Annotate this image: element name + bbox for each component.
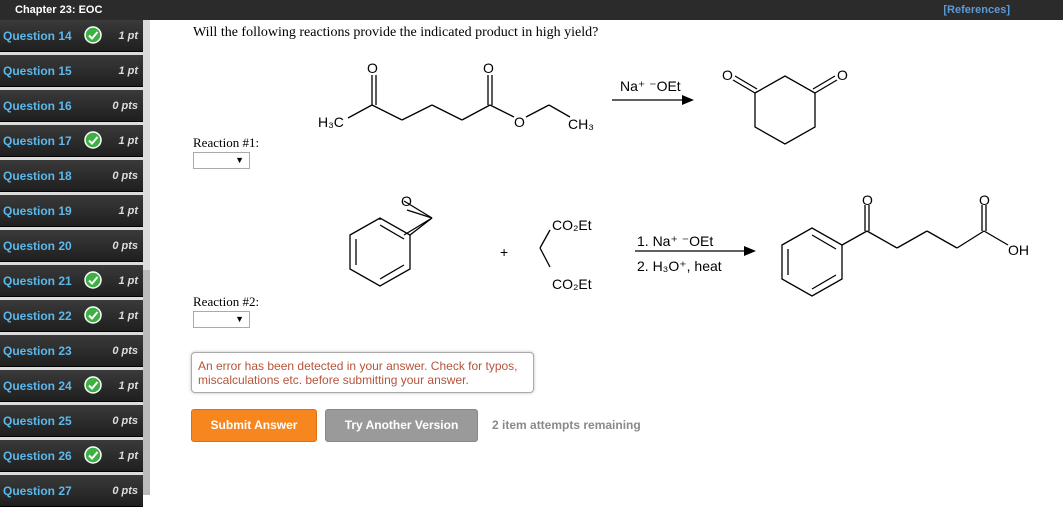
question-sidebar: Question 14 1 pt Question 15 1 pt Question 1… <box>0 20 150 507</box>
checkmark-icon <box>84 376 102 394</box>
question-label: Question 21 <box>3 274 72 288</box>
top-bar: Chapter 23: EOC [References] <box>0 0 1063 20</box>
question-points: 0 pts <box>112 170 138 182</box>
oxygen-label: O <box>483 60 494 76</box>
question-points: 0 pts <box>112 345 138 357</box>
reaction1-reagent: Na⁺ ⁻OEt <box>620 78 681 94</box>
error-message-box: An error has been detected in your answe… <box>191 352 534 393</box>
question-label: Question 24 <box>3 379 72 393</box>
references-link[interactable]: [References] <box>943 4 1010 16</box>
ch3-label: CH₃ <box>568 116 594 132</box>
question-points: 1 pt <box>118 380 138 392</box>
question-points: 0 pts <box>112 485 138 497</box>
question-points: 1 pt <box>118 30 138 42</box>
question-label: Question 19 <box>3 204 72 218</box>
co2et-label: CO₂Et <box>552 276 592 292</box>
question-label: Question 15 <box>3 64 72 78</box>
question-points: 1 pt <box>118 450 138 462</box>
reaction2-reactant-structure <box>349 200 433 287</box>
question-points: 1 pt <box>118 310 138 322</box>
sidebar-item-question[interactable]: Question 27 0 pts <box>0 475 143 507</box>
submit-answer-button[interactable]: Submit Answer <box>191 409 317 442</box>
reaction2-malonate-structure <box>539 229 551 268</box>
reaction2-select[interactable]: ▼ <box>193 311 250 328</box>
question-label: Question 18 <box>3 169 72 183</box>
checkmark-icon <box>84 306 102 324</box>
co2et-label: CO₂Et <box>552 217 592 233</box>
oxygen-label: O <box>722 67 733 83</box>
chapter-title: Chapter 23: EOC <box>15 4 103 16</box>
question-label: Question 26 <box>3 449 72 463</box>
sidebar-item-question[interactable]: Question 17 1 pt <box>0 125 143 157</box>
reaction1-product-structure <box>732 75 838 145</box>
sidebar-item-question[interactable]: Question 22 1 pt <box>0 300 143 332</box>
oh-label: OH <box>1008 242 1029 258</box>
checkmark-icon <box>84 131 102 149</box>
oxygen-label: O <box>514 114 525 130</box>
sidebar-item-question[interactable]: Question 24 1 pt <box>0 370 143 402</box>
sidebar-item-question[interactable]: Question 25 0 pts <box>0 405 143 437</box>
oxygen-label: O <box>367 60 378 76</box>
question-label: Question 27 <box>3 484 72 498</box>
question-label: Question 25 <box>3 414 72 428</box>
question-label: Question 23 <box>3 344 72 358</box>
checkmark-icon <box>84 446 102 464</box>
reaction2-label: Reaction #2: <box>193 294 260 309</box>
reaction1-select[interactable]: ▼ <box>193 152 250 169</box>
checkmark-icon <box>84 26 102 44</box>
question-label: Question 22 <box>3 309 72 323</box>
sidebar-item-question[interactable]: Question 20 0 pts <box>0 230 143 262</box>
arrowhead-icon <box>744 246 756 256</box>
arrowhead-icon <box>682 95 694 105</box>
question-points: 0 pts <box>112 415 138 427</box>
question-label: Question 14 <box>3 29 72 43</box>
oxygen-label: O <box>862 192 873 208</box>
question-label: Question 20 <box>3 239 72 253</box>
reaction2-product-structure <box>781 205 1009 297</box>
reaction2-reagent-line2: 2. H₃O⁺, heat <box>637 258 722 274</box>
question-points: 1 pt <box>118 275 138 287</box>
question-label: Question 16 <box>3 99 72 113</box>
oxygen-label: O <box>401 193 412 209</box>
attempts-remaining: 2 item attempts remaining <box>492 418 641 432</box>
h3c-label: H₃C <box>318 114 344 130</box>
question-label: Question 17 <box>3 134 72 148</box>
chevron-down-icon: ▼ <box>235 155 244 165</box>
reaction1-label: Reaction #1: <box>193 135 260 150</box>
sidebar-scrollbar[interactable] <box>143 270 150 495</box>
question-points: 0 pts <box>112 100 138 112</box>
sidebar-item-question[interactable]: Question 19 1 pt <box>0 195 143 227</box>
sidebar-item-question[interactable]: Question 26 1 pt <box>0 440 143 472</box>
plus-sign: + <box>500 244 508 260</box>
question-list: Question 14 1 pt Question 15 1 pt Question 1… <box>0 20 143 510</box>
question-points: 0 pts <box>112 240 138 252</box>
sidebar-item-question[interactable]: Question 14 1 pt <box>0 20 143 52</box>
oxygen-label: O <box>979 192 990 208</box>
sidebar-item-question[interactable]: Question 21 1 pt <box>0 265 143 297</box>
reaction-scheme: H₃C O O O CH₃ Na⁺ ⁻OEt O O O + CO₂Et CO₂… <box>318 60 1029 297</box>
oxygen-label: O <box>837 67 848 83</box>
question-points: 1 pt <box>118 65 138 77</box>
chevron-down-icon: ▼ <box>235 314 244 324</box>
try-another-version-button[interactable]: Try Another Version <box>325 409 478 442</box>
sidebar-item-question[interactable]: Question 15 1 pt <box>0 55 143 87</box>
question-points: 1 pt <box>118 135 138 147</box>
error-message: An error has been detected in your answe… <box>198 359 518 387</box>
sidebar-item-question[interactable]: Question 16 0 pts <box>0 90 143 122</box>
reaction2-reagent-line1: 1. Na⁺ ⁻OEt <box>637 233 713 249</box>
question-points: 1 pt <box>118 205 138 217</box>
sidebar-item-question[interactable]: Question 18 0 pts <box>0 160 143 192</box>
reaction1-reactant-structure <box>347 75 571 121</box>
question-prompt: Will the following reactions provide the… <box>193 25 599 40</box>
sidebar-item-question[interactable]: Question 23 0 pts <box>0 335 143 367</box>
checkmark-icon <box>84 271 102 289</box>
